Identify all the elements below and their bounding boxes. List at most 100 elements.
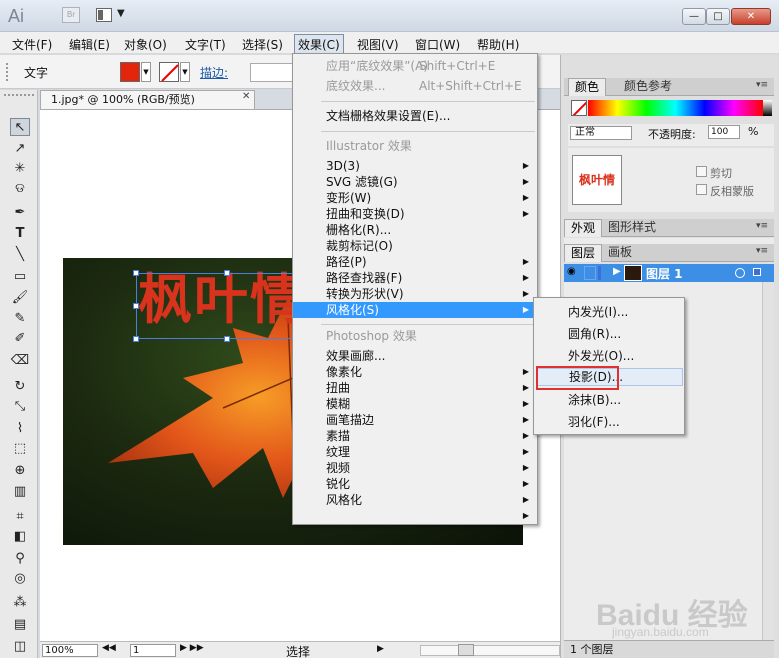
clip-checkbox[interactable] (696, 166, 707, 177)
stroke-none-swatch[interactable] (159, 62, 179, 82)
menu-blur[interactable]: 模糊 ▶ (293, 396, 537, 412)
mesh-tool-icon[interactable]: ⌗ (10, 508, 30, 526)
magic-wand-tool-icon[interactable]: ✳ (10, 160, 30, 178)
menu-scribble[interactable]: 涂抹(B)... (537, 391, 683, 409)
artboard-tool-icon[interactable]: ◫ (10, 638, 30, 656)
resize-handle[interactable] (224, 336, 230, 342)
panel-menu-icon[interactable]: ▾≡ (756, 80, 768, 90)
layer-name[interactable]: 图层 1 (646, 265, 683, 282)
pen-tool-icon[interactable]: ✒ (10, 204, 30, 222)
fill-color-swatch[interactable] (120, 62, 140, 82)
tab-appearance[interactable]: 外观 (564, 219, 603, 237)
menu-distort-transform[interactable]: 扭曲和变换(D) ▶ (293, 206, 537, 222)
menu-edit[interactable]: 编辑(E) (66, 35, 113, 54)
line-tool-icon[interactable]: ╲ (10, 246, 30, 264)
tab-color[interactable]: 颜色 (568, 78, 607, 96)
menu-pathfinder[interactable]: 路径查找器(F) ▶ (293, 270, 537, 286)
menu-effect[interactable]: 效果(C) (294, 34, 344, 55)
tab-graphic-styles[interactable]: 图形样式 (602, 219, 662, 237)
menu-svg-filters[interactable]: SVG 滤镜(G) ▶ (293, 174, 537, 190)
eyedropper-tool-icon[interactable]: ⚲ (10, 550, 30, 568)
menu-help[interactable]: 帮助(H) (474, 35, 522, 54)
arrange-documents-button[interactable]: ▼ (96, 7, 128, 25)
grayscale-ramp[interactable] (763, 100, 772, 116)
grip-handle[interactable] (6, 63, 10, 81)
close-icon[interactable]: ✕ (242, 91, 250, 102)
menu-crop-marks[interactable]: 裁剪标记(O) (293, 238, 537, 254)
symbol-sprayer-tool-icon[interactable]: ⁂ (10, 594, 30, 612)
menu-path[interactable]: 路径(P) ▶ (293, 254, 537, 270)
scroll-thumb[interactable] (458, 644, 474, 656)
rotate-tool-icon[interactable]: ↻ (10, 378, 30, 396)
menu-video[interactable]: 锐化 ▶ (293, 476, 537, 492)
blend-mode-select[interactable]: 正常 (570, 126, 632, 140)
menu-apply-last-effect[interactable]: 应用“底纹效果”(A) Shift+Ctrl+E (293, 58, 537, 74)
menu-select[interactable]: 选择(S) (239, 35, 286, 54)
selection-tool-icon[interactable]: ↖ (10, 118, 30, 136)
free-transform-tool-icon[interactable]: ⬚ (10, 440, 30, 458)
menu-3d[interactable]: 3D(3) ▶ (293, 158, 537, 174)
direct-selection-tool-icon[interactable]: ↗ (10, 140, 30, 158)
rectangle-tool-icon[interactable]: ▭ (10, 268, 30, 286)
column-graph-tool-icon[interactable]: ▤ (10, 616, 30, 634)
menu-sketch[interactable]: 素描 ▶ (293, 428, 537, 444)
tab-color-guide[interactable]: 颜色参考 (618, 78, 678, 96)
menu-last-effect[interactable]: 底纹效果... Alt+Shift+Ctrl+E (293, 78, 537, 94)
close-window-button[interactable]: ✕ (731, 8, 771, 25)
menu-pixelate[interactable]: 像素化 ▶ (293, 364, 537, 380)
tab-artboards[interactable]: 画板 (602, 244, 638, 262)
horizontal-scrollbar[interactable] (420, 645, 560, 656)
lasso-tool-icon[interactable]: ଡ (10, 180, 30, 198)
menu-inner-glow[interactable]: 内发光(I)... (537, 303, 683, 321)
menu-brush-strokes[interactable]: 画笔描边 ▶ (293, 412, 537, 428)
menu-object[interactable]: 对象(O) (121, 35, 170, 54)
zoom-field[interactable]: 100% (42, 644, 98, 657)
stroke-weight-field[interactable] (250, 63, 294, 82)
resize-handle[interactable] (133, 336, 139, 342)
next-page-icon[interactable]: ▶ ▶▶ (180, 643, 204, 653)
panel-menu-icon[interactable]: ▾≡ (756, 221, 768, 231)
invert-mask-checkbox[interactable] (696, 184, 707, 195)
color-spectrum-bar[interactable] (588, 100, 763, 116)
page-field[interactable]: 1 (130, 644, 176, 657)
pencil-tool-icon[interactable]: ✎ (10, 310, 30, 328)
blob-brush-tool-icon[interactable]: ✐ (10, 330, 30, 348)
minimize-button[interactable]: — (682, 8, 706, 25)
graph-tool-icon[interactable]: ▥ (10, 483, 30, 501)
target-circle-icon[interactable] (735, 268, 745, 278)
menu-convert-to-shape[interactable]: 转换为形状(V) ▶ (293, 286, 537, 302)
eraser-tool-icon[interactable]: ⌫ (10, 352, 30, 370)
layers-scrollbar[interactable] (762, 282, 774, 640)
blend-tool-icon[interactable]: ◎ (10, 570, 30, 588)
opacity-field[interactable]: 100 (708, 125, 740, 139)
status-arrow-icon[interactable]: ▶ (377, 644, 384, 654)
document-tab[interactable]: 1.jpg* @ 100% (RGB/预览) (40, 90, 255, 109)
maximize-button[interactable]: □ (706, 8, 730, 25)
warp-tool-icon[interactable]: ⌇ (10, 420, 30, 438)
resize-handle[interactable] (224, 270, 230, 276)
selection-indicator[interactable] (753, 268, 761, 276)
stroke-link[interactable]: 描边: (200, 64, 228, 81)
menu-stylize[interactable]: 风格化(S) ▶ (293, 302, 537, 318)
menu-view[interactable]: 视图(V) (354, 35, 402, 54)
scale-tool-icon[interactable]: ⤡ (10, 398, 30, 416)
menu-raster-settings[interactable]: 文档栅格效果设置(E)... (293, 108, 537, 124)
object-thumbnail[interactable]: 枫叶情 (572, 155, 622, 205)
visibility-eye-icon[interactable]: ◉ (567, 266, 579, 280)
bridge-button[interactable]: Br (62, 7, 80, 23)
panel-menu-icon[interactable]: ▾≡ (756, 246, 768, 256)
menu-effect-gallery[interactable]: 效果画廊... (293, 348, 537, 364)
menu-distort[interactable]: 扭曲 ▶ (293, 380, 537, 396)
menu-type[interactable]: 文字(T) (182, 35, 229, 54)
paintbrush-tool-icon[interactable]: 🖌 (10, 289, 30, 307)
menu-artistic[interactable]: 视频 ▶ (293, 460, 537, 476)
resize-handle[interactable] (133, 270, 139, 276)
lock-toggle[interactable] (584, 266, 596, 280)
menu-file[interactable]: 文件(F) (9, 35, 55, 54)
selection-bounding-box[interactable] (133, 270, 296, 342)
expand-triangle-icon[interactable]: ▶ (613, 266, 621, 277)
none-color-swatch[interactable] (571, 100, 587, 116)
tab-layers[interactable]: 图层 (564, 244, 603, 262)
gradient-tool-icon[interactable]: ◧ (10, 528, 30, 546)
menu-photoshop-stylize[interactable]: ▶ (293, 508, 537, 524)
